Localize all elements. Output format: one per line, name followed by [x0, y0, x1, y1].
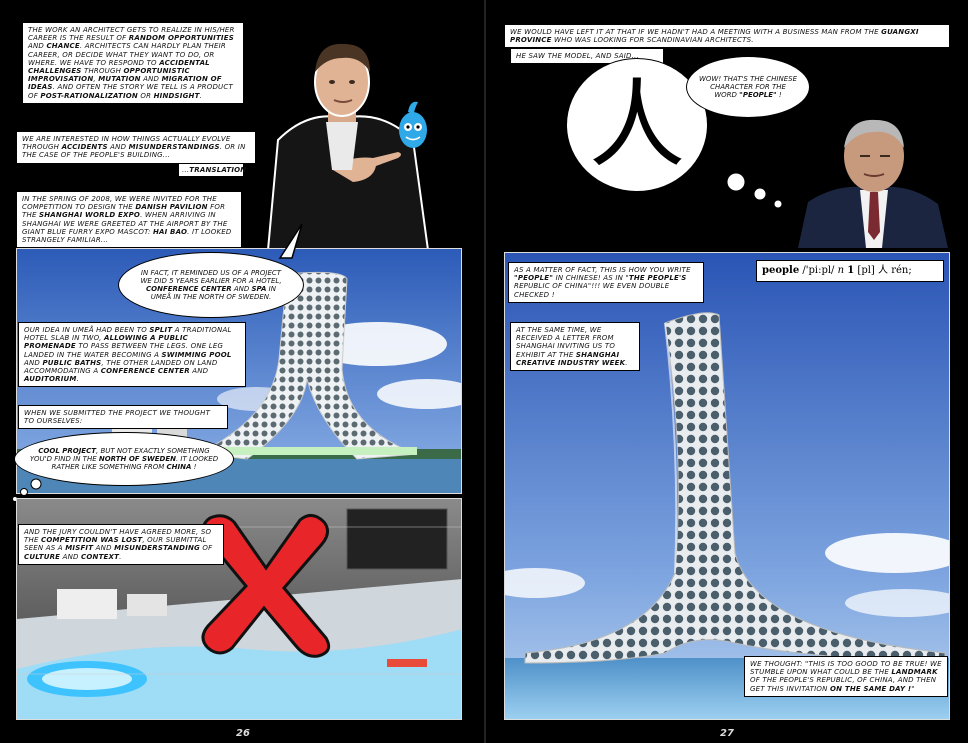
comic-page-left: The work an architect gets to realize in…: [0, 0, 484, 743]
bubble-emphasis: conference center: [146, 285, 232, 293]
dictionary-pos: n: [837, 265, 845, 276]
caption-emphasis: conference center: [100, 367, 190, 376]
caption-text: and: [93, 544, 115, 553]
dictionary-pronunciation: /'pi:pl/: [802, 265, 835, 276]
caption-text: .: [199, 91, 203, 100]
caption-emphasis: misfit: [65, 544, 94, 553]
caption-emphasis: misunderstanding: [114, 544, 200, 553]
caption-text: ": [911, 684, 915, 693]
caption-emphasis: post-rationalization: [40, 91, 138, 100]
caption-emphasis: mutation: [98, 75, 141, 84]
caption-text: and: [28, 42, 47, 51]
bubble-emphasis: north of Sweden: [98, 454, 176, 463]
caption-text: .: [246, 166, 249, 174]
thought-bubble-cool-project: Cool project, but not exactly something …: [14, 432, 234, 486]
caption-competition-lost: And the jury couldn't have agreed more, …: [18, 524, 224, 565]
caption-text: and: [189, 367, 209, 376]
caption-emphasis: landmark: [891, 668, 938, 677]
caption-emphasis: "people": [514, 274, 554, 283]
caption-text: Our idea in Umeå had been to: [24, 326, 150, 334]
dictionary-pinyin: rén;: [891, 265, 912, 276]
dictionary-sense-number: 1: [847, 265, 855, 276]
bubble-text: and: [231, 285, 252, 293]
caption-emphasis: auditorium: [24, 375, 77, 384]
caption-emphasis: Danish Pavilion: [135, 203, 208, 212]
caption-text: through: [81, 67, 124, 76]
bubble-text: In fact, it reminded us of a project we …: [140, 268, 282, 285]
caption-career-chance: The work an architect gets to realize in…: [22, 22, 244, 104]
page-number-right: 27: [720, 728, 734, 739]
caption-accidents: We are interested in how things actually…: [16, 131, 256, 164]
caption-emphasis: accidents: [61, 143, 108, 152]
caption-text: As a matter of fact, this is how you wri…: [514, 266, 691, 274]
caption-emphasis: swimming pool: [161, 350, 232, 359]
caption-submitted: When we submitted the project we thought…: [18, 405, 228, 430]
caption-emphasis: context: [81, 552, 120, 561]
caption-text: or: [137, 91, 154, 100]
speech-bubble-tail: [278, 223, 303, 259]
chinese-glyph-bubble: 人: [566, 58, 708, 192]
caption-emphasis: misunderstandings: [128, 143, 220, 152]
caption-emphasis: Hai Bao: [152, 227, 188, 236]
thought-bubble-dots: [726, 172, 783, 209]
caption-text: When we submitted the project we thought…: [24, 409, 211, 426]
caption-text: of: [200, 544, 213, 553]
dictionary-sense: [pl]: [857, 265, 875, 276]
caption-emphasis: competition was lost: [41, 536, 143, 545]
dictionary-entry: people /'pi:pl/ n 1 [pl] 人 rén;: [756, 260, 944, 282]
caption-text: We would have left it at that if we hadn…: [510, 28, 882, 36]
bubble-emphasis: "people": [739, 91, 777, 100]
caption-text: who was looking for Scandinavian archite…: [551, 36, 754, 45]
caption-translation: ...translation.: [178, 163, 249, 178]
speech-bubble-wow: Wow! That's the Chinese character for th…: [686, 56, 810, 118]
caption-emphasis: Shanghai World Expo: [39, 211, 141, 220]
caption-text: .: [625, 358, 628, 367]
caption-text: and: [60, 552, 82, 561]
bubble-text: !: [776, 91, 782, 100]
caption-shanghai-letter: At the same time, we received a letter f…: [510, 322, 640, 372]
caption-text: and: [107, 143, 129, 152]
caption-emphasis: hindsight: [153, 91, 200, 100]
bubble-emphasis: spa: [251, 285, 267, 293]
bubble-text: !: [191, 463, 197, 472]
caption-emphasis: translation: [189, 166, 247, 174]
caption-text: and: [24, 358, 43, 367]
bubble-emphasis: China: [166, 463, 192, 472]
bubble-emphasis: Cool project: [38, 446, 96, 455]
comic-page-right: We would have left it at that if we hadn…: [486, 0, 968, 743]
caption-business-man: We would have left it at that if we hadn…: [504, 24, 950, 49]
caption-text: .: [119, 552, 122, 561]
caption-emphasis: random opportunities: [128, 34, 234, 43]
caption-text: .: [76, 375, 80, 384]
caption-emphasis: chance: [46, 42, 80, 51]
caption-text: in Chinese! As in ": [553, 274, 629, 283]
chinese-glyph: 人: [589, 69, 685, 181]
caption-emphasis: The people's: [628, 274, 687, 283]
caption-how-you-write: As a matter of fact, this is how you wri…: [508, 262, 704, 303]
caption-umea-idea: Our idea in Umeå had been to split a tra…: [18, 322, 246, 388]
dictionary-character: 人: [878, 265, 889, 276]
caption-text: Republic of China"!!! We even double che…: [514, 282, 670, 299]
caption-emphasis: culture: [24, 552, 61, 561]
page-number-left: 26: [236, 728, 250, 739]
dictionary-word: people: [762, 265, 800, 276]
business-man-portrait: [798, 112, 948, 248]
caption-emphasis: on the same day !: [830, 684, 912, 693]
caption-emphasis: split: [149, 326, 173, 334]
caption-emphasis: public baths: [42, 358, 102, 367]
caption-too-good: We thought: "This is too good to be true…: [744, 656, 948, 697]
caption-text: and: [140, 75, 162, 84]
caption-shanghai-expo: In the spring of 2008, we were invited f…: [16, 191, 242, 249]
portrait-figure: [248, 30, 438, 251]
